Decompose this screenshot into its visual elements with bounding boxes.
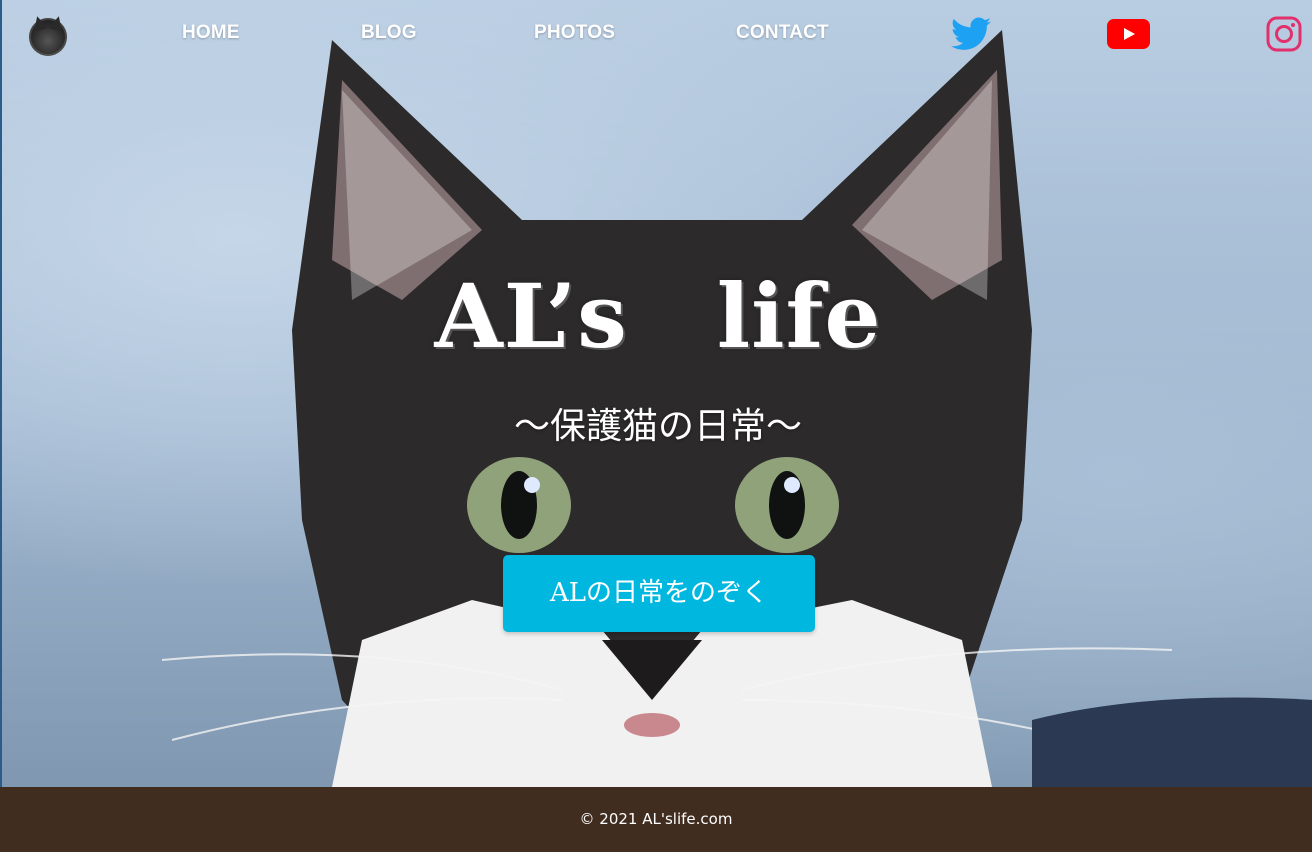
cat-photo-background	[161, 30, 1312, 787]
footer: © 2021 AL'slife.com	[0, 787, 1312, 852]
nav-blog-link[interactable]: BLOG	[361, 22, 417, 44]
instagram-icon[interactable]	[1266, 16, 1302, 52]
hero-title: AL’s life	[434, 264, 882, 368]
view-daily-life-button[interactable]: ALの日常をのぞく	[503, 555, 815, 632]
cat-avatar-icon[interactable]	[29, 18, 67, 56]
nav-home-link[interactable]: HOME	[182, 22, 240, 44]
youtube-icon[interactable]	[1107, 19, 1150, 49]
twitter-icon[interactable]	[951, 17, 991, 51]
hero-section: HOME BLOG PHOTOS CONTACT AL’s life ～保護猫の…	[0, 0, 1312, 787]
nav-photos-link[interactable]: PHOTOS	[534, 22, 615, 44]
hero-subtitle: ～保護猫の日常～	[513, 406, 802, 447]
top-navigation: HOME BLOG PHOTOS CONTACT	[2, 0, 1312, 70]
nav-contact-link[interactable]: CONTACT	[736, 22, 829, 44]
copyright-text: © 2021 AL'slife.com	[579, 810, 733, 828]
